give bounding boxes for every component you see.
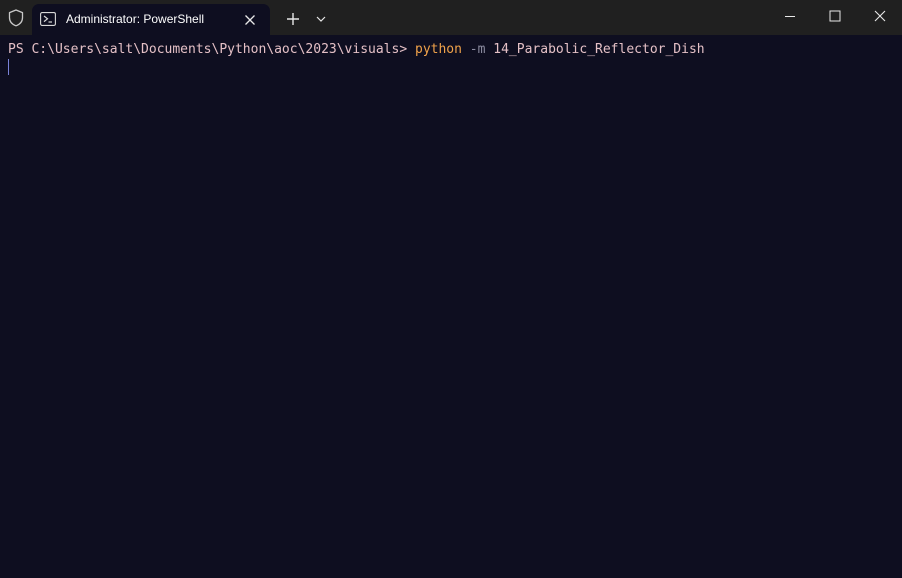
plus-icon[interactable] — [282, 8, 304, 30]
shield-icon — [6, 8, 26, 28]
command-line: PS C:\Users\salt\Documents\Python\aoc\20… — [8, 42, 705, 58]
close-icon[interactable] — [857, 0, 902, 32]
maximize-icon[interactable] — [812, 0, 858, 32]
tab-powershell[interactable]: Administrator: PowerShell — [32, 4, 270, 35]
text-cursor — [8, 59, 9, 75]
powershell-icon — [40, 12, 56, 26]
prompt-text: PS C:\Users\salt\Documents\Python\aoc\20… — [8, 42, 415, 57]
title-bar[interactable]: Administrator: PowerShell — [0, 0, 902, 35]
terminal-window: Administrator: PowerShell PS C:\Users\sa… — [0, 0, 902, 578]
command-text: python — [415, 42, 462, 57]
tab-title: Administrator: PowerShell — [66, 12, 205, 26]
minimize-icon[interactable] — [767, 0, 813, 32]
chevron-down-icon[interactable] — [312, 10, 330, 28]
flag-text: -m — [461, 42, 494, 57]
argument-text: 14_Parabolic_Reflector_Dish — [493, 42, 705, 57]
terminal-output[interactable]: PS C:\Users\salt\Documents\Python\aoc\20… — [0, 35, 902, 578]
close-icon[interactable] — [240, 10, 260, 30]
